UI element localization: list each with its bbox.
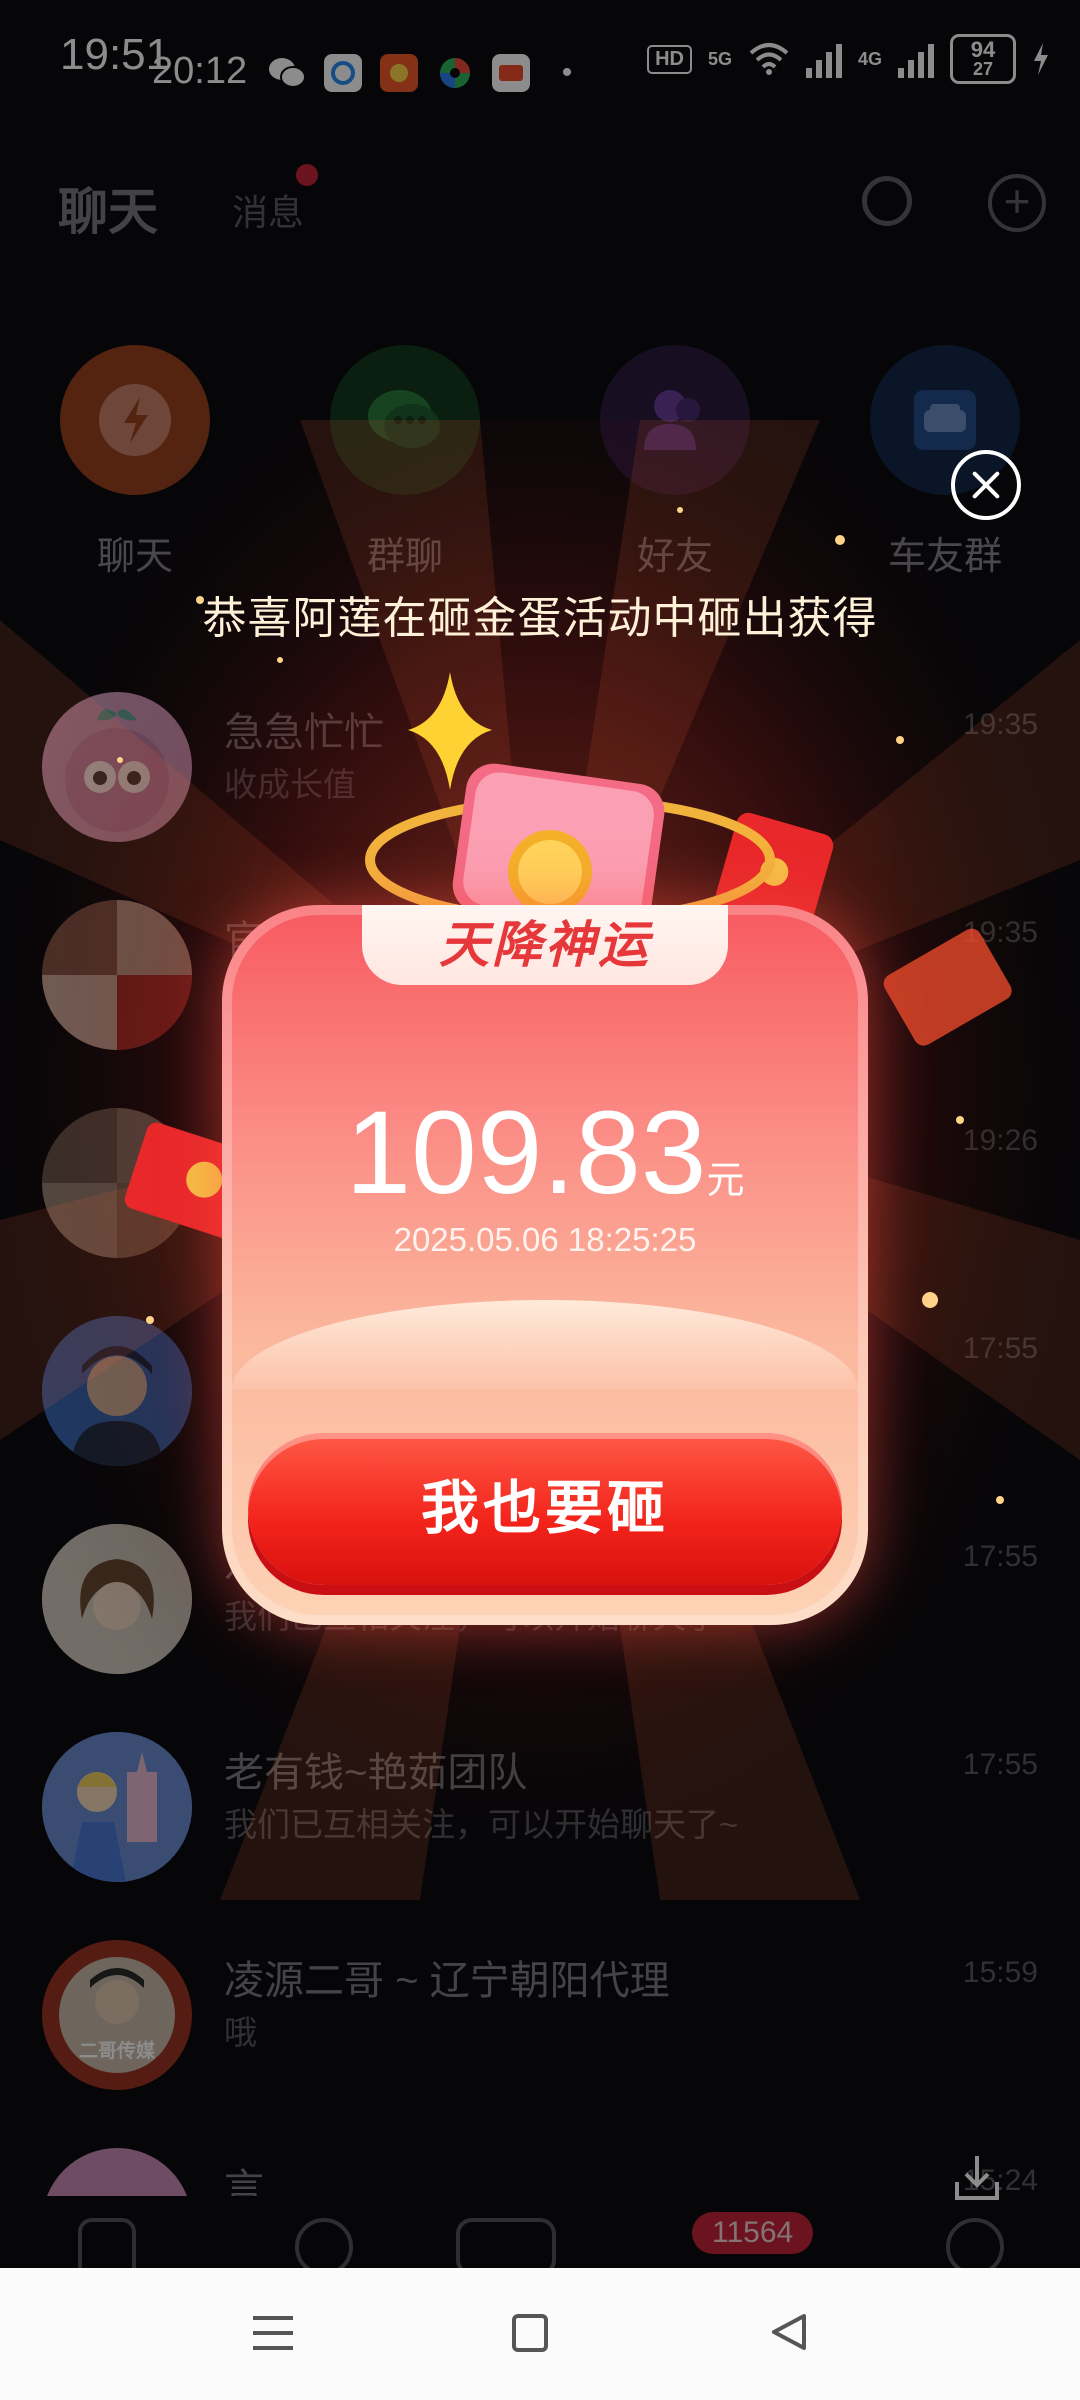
smash-egg-button-label: 我也要砸 — [420, 1476, 669, 1541]
reward-amount: 109.83元 — [222, 1085, 868, 1221]
home-button-icon[interactable] — [512, 2314, 548, 2352]
reward-amount-unit: 元 — [706, 1160, 745, 1202]
reward-card: 天降神运 109.83元 2025.05.06 18:25:25 我也要砸 — [222, 905, 868, 1625]
congrats-text: 恭喜阿莲在砸金蛋活动中砸出获得 — [202, 594, 878, 643]
reward-amount-value: 109.83 — [345, 1087, 707, 1219]
close-icon[interactable] — [951, 450, 1021, 520]
back-icon[interactable] — [770, 2312, 808, 2352]
card-title-tab: 天降神运 — [362, 905, 728, 985]
smash-egg-button[interactable]: 我也要砸 — [248, 1433, 842, 1585]
reward-timestamp: 2025.05.06 18:25:25 — [393, 1221, 697, 1258]
recents-icon[interactable] — [253, 2316, 293, 2361]
system-nav-bar — [0, 2268, 1080, 2400]
card-highlight-band — [232, 1300, 858, 1390]
card-title: 天降神运 — [439, 917, 651, 973]
